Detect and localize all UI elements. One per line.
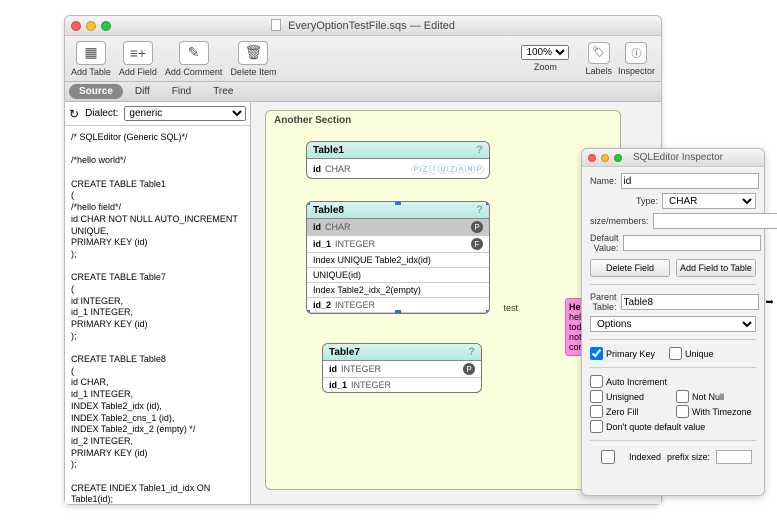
reload-icon[interactable]: ↻: [69, 107, 79, 121]
content: ↻ Dialect: generic /* SQLEditor (Generic…: [65, 102, 661, 504]
resize-handle[interactable]: [395, 201, 401, 205]
table-icon: ▦: [76, 41, 106, 65]
zoom-icon[interactable]: [614, 154, 622, 162]
main-window: EveryOptionTestFile.sqs — Edited ▦Add Ta…: [64, 15, 662, 505]
view-tabs: Source Diff Find Tree: [65, 82, 661, 102]
inspector-toggle[interactable]: ⓘInspector: [618, 42, 655, 76]
resize-handle[interactable]: [306, 201, 310, 205]
parent-label: Parent Table:: [590, 292, 617, 312]
primary-key-check[interactable]: Primary Key: [590, 347, 655, 360]
field-icon: ≡+: [123, 41, 153, 65]
options-select[interactable]: Options: [590, 316, 756, 332]
zoom-select: 100%: [521, 45, 569, 60]
titlebar: EveryOptionTestFile.sqs — Edited: [65, 16, 661, 36]
sql-source[interactable]: /* SQLEditor (Generic SQL)*/ /*hello wor…: [65, 126, 250, 504]
help-icon[interactable]: ?: [468, 346, 475, 358]
pk-badge-icon: P: [471, 221, 483, 233]
help-icon[interactable]: ?: [476, 144, 483, 156]
tag-icon: 🏷: [588, 42, 610, 64]
close-icon[interactable]: [588, 154, 596, 162]
comment-icon: ✎: [179, 41, 209, 65]
unsigned-check[interactable]: Unsigned: [590, 390, 670, 403]
default-label: Default Value:: [590, 233, 619, 253]
type-select[interactable]: CHAR: [662, 193, 756, 209]
toolbar: ▦Add Table ≡+Add Field ✎Add Comment 🗑Del…: [65, 36, 661, 82]
pk-badge-icon: P: [463, 363, 475, 375]
field-badges: ⓅⓏⒾⓊⓏⒶⓃⓅ: [411, 161, 483, 176]
tab-tree[interactable]: Tree: [203, 84, 243, 99]
indexed-check[interactable]: Indexed: [590, 450, 661, 464]
goto-table-icon[interactable]: ➥: [763, 297, 777, 308]
help-icon[interactable]: ?: [476, 204, 483, 216]
zoom-control[interactable]: 100% Zoom: [521, 45, 569, 72]
resize-handle[interactable]: [395, 310, 401, 314]
field-row[interactable]: UNIQUE(id): [307, 268, 489, 283]
sidebar-head: ↻ Dialect: generic: [65, 102, 250, 126]
document-icon: [271, 19, 281, 31]
inspector-title: SQLEditor Inspector: [622, 152, 734, 163]
labels-toggle[interactable]: 🏷Labels: [585, 42, 612, 76]
source-sidebar: ↻ Dialect: generic /* SQLEditor (Generic…: [65, 102, 251, 504]
field-row[interactable]: id_1INTEGERF: [307, 236, 489, 253]
not-null-check[interactable]: Not Null: [676, 390, 756, 403]
delete-field-button[interactable]: Delete Field: [590, 259, 670, 277]
resize-handle[interactable]: [486, 310, 490, 314]
field-row[interactable]: Index UNIQUE Table2_idx(id): [307, 253, 489, 268]
section-title: Another Section: [274, 115, 612, 126]
name-label: Name:: [590, 176, 617, 186]
tab-source[interactable]: Source: [69, 84, 123, 99]
tab-diff[interactable]: Diff: [125, 84, 160, 99]
table-table8[interactable]: Table8? idCHARP id_1INTEGERF Index UNIQU…: [306, 201, 490, 314]
field-row[interactable]: id_1INTEGER: [323, 378, 481, 392]
add-field-button[interactable]: ≡+Add Field: [119, 41, 157, 77]
dialect-label: Dialect:: [85, 108, 118, 119]
table-table1[interactable]: Table1? idCHARⓅⓏⒾⓊⓏⒶⓃⓅ: [306, 141, 490, 179]
unique-check[interactable]: Unique: [669, 347, 714, 360]
with-timezone-check[interactable]: With Timezone: [676, 405, 756, 418]
parent-field[interactable]: [621, 294, 759, 310]
minimize-icon[interactable]: [601, 154, 609, 162]
size-field[interactable]: [653, 213, 777, 229]
dont-quote-check[interactable]: Don't quote default value: [590, 420, 756, 433]
dialect-select[interactable]: generic: [124, 106, 246, 121]
field-row[interactable]: idINTEGERP: [323, 361, 481, 378]
delete-item-button[interactable]: 🗑Delete Item: [230, 41, 276, 77]
inspector-panel: SQLEditor Inspector Name: Type: CHAR size…: [581, 148, 765, 496]
add-table-button[interactable]: ▦Add Table: [71, 41, 111, 77]
default-field[interactable]: [623, 235, 761, 251]
info-icon: ⓘ: [625, 42, 647, 64]
size-label: size/members:: [590, 216, 649, 226]
table-name: Table7: [329, 347, 360, 358]
trash-icon: 🗑: [238, 41, 268, 65]
field-row-selected[interactable]: idCHARP: [307, 219, 489, 236]
prefix-size-label: prefix size:: [667, 452, 710, 462]
field-row[interactable]: Index Table2_idx_2(empty): [307, 283, 489, 298]
resize-handle[interactable]: [486, 201, 490, 205]
auto-increment-check[interactable]: Auto Increment: [590, 375, 670, 388]
add-field-to-table-button[interactable]: Add Field to Table: [676, 259, 756, 277]
window-title: EveryOptionTestFile.sqs — Edited: [65, 19, 661, 32]
relation-label: test: [503, 303, 518, 313]
fk-badge-icon: F: [471, 238, 483, 250]
name-field[interactable]: [621, 173, 759, 189]
zero-fill-check[interactable]: Zero Fill: [590, 405, 670, 418]
type-label: Type:: [590, 196, 658, 206]
inspector-titlebar: SQLEditor Inspector: [582, 149, 764, 167]
table-name: Table8: [313, 205, 344, 216]
tab-find[interactable]: Find: [162, 84, 201, 99]
prefix-size-field[interactable]: [716, 450, 752, 464]
table-table7[interactable]: Table7? idINTEGERP id_1INTEGER: [322, 343, 482, 393]
resize-handle[interactable]: [306, 310, 310, 314]
add-comment-button[interactable]: ✎Add Comment: [165, 41, 223, 77]
table-name: Table1: [313, 145, 344, 156]
